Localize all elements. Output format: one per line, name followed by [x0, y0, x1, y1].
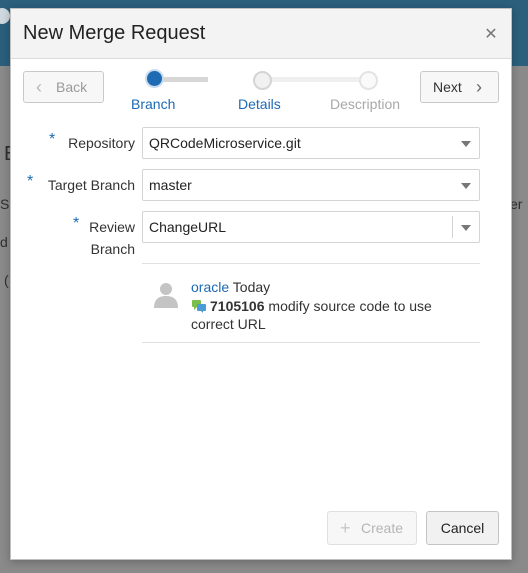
next-button-label: Next — [433, 79, 462, 95]
background-text: d — [0, 234, 8, 250]
train-stop-branch[interactable] — [145, 69, 164, 88]
commit-author-line: oracle Today — [191, 279, 270, 295]
chevron-down-icon — [461, 141, 471, 147]
chevron-down-icon — [461, 183, 471, 189]
chevron-down-icon — [461, 225, 471, 231]
train-label-branch[interactable]: Branch — [131, 96, 175, 112]
back-button-label: Back — [56, 79, 88, 95]
create-button-label: Create — [361, 520, 404, 536]
chevron-right-icon: › — [476, 77, 482, 97]
target-branch-value: master — [149, 177, 192, 193]
commit-comment-icon — [192, 300, 206, 313]
commit-message-line: 7105106 modify source code to use correc… — [191, 297, 471, 333]
divider — [142, 342, 480, 343]
new-merge-request-dialog: New Merge Request ✕ ‹ Back Branch Detail… — [10, 8, 512, 560]
commit-author-link[interactable]: oracle — [191, 279, 229, 295]
train-stop-description — [359, 71, 378, 90]
plus-icon: + — [340, 518, 351, 538]
train-stop-details[interactable] — [253, 71, 272, 90]
close-icon[interactable]: ✕ — [483, 27, 499, 43]
background-text: S — [0, 196, 10, 212]
next-button[interactable]: Next › — [420, 71, 499, 103]
divider — [142, 263, 480, 264]
select-divider — [452, 216, 453, 238]
review-branch-label: Review — [89, 219, 135, 235]
commit-time: Today — [232, 279, 271, 295]
back-button[interactable]: ‹ Back — [23, 71, 104, 103]
create-button[interactable]: + Create — [327, 511, 417, 545]
review-branch-value: ChangeURL — [149, 219, 227, 235]
review-branch-label-line2: Branch — [90, 241, 135, 257]
user-avatar-icon — [154, 283, 178, 308]
chevron-left-icon: ‹ — [36, 77, 42, 97]
train-label-description: Description — [330, 96, 401, 112]
check-icon — [0, 8, 10, 24]
train-connector — [261, 77, 367, 82]
dialog-title: New Merge Request — [23, 22, 206, 44]
commit-id[interactable]: 7105106 — [210, 298, 265, 314]
target-branch-select[interactable]: master — [142, 169, 480, 201]
cancel-button[interactable]: Cancel — [426, 511, 499, 545]
train-label-details[interactable]: Details — [238, 96, 281, 112]
target-branch-label: Target Branch — [47, 177, 135, 193]
repository-label: Repository — [68, 135, 135, 151]
background-text: ( — [4, 272, 9, 288]
dialog-header: New Merge Request ✕ — [11, 9, 511, 59]
repository-value: QRCodeMicroservice.git — [149, 135, 301, 151]
review-branch-select[interactable]: ChangeURL — [142, 211, 480, 243]
repository-select[interactable]: QRCodeMicroservice.git — [142, 127, 480, 159]
